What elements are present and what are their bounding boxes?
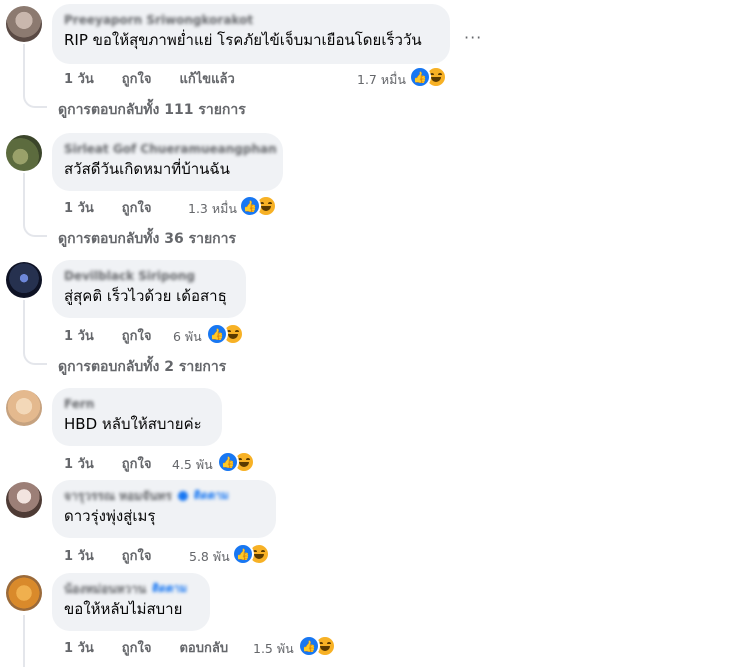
timestamp[interactable]: 1 วัน	[64, 637, 94, 658]
reaction-icons[interactable]: 👍	[232, 543, 270, 565]
comment-bubble: น้องหม่อนหวาน ติดตาม ขอให้หลับไม่สบาย	[52, 573, 210, 631]
timestamp[interactable]: 1 วัน	[64, 453, 94, 474]
reaction-count[interactable]: 5.8 พัน	[189, 547, 230, 567]
like-icon: 👍	[409, 66, 431, 88]
commenter-name[interactable]: Sirleat Gof Chueramueangphan	[64, 141, 277, 157]
view-replies-link[interactable]: ดูการตอบกลับทั้ง 111 รายการ	[58, 99, 246, 121]
reaction-icons[interactable]: 👍	[217, 451, 255, 473]
thread-line	[23, 300, 25, 349]
reply-button[interactable]: ตอบกลับ	[179, 637, 228, 658]
comment-text: สวัสดีวันเกิดหมาที่บ้านฉัน	[64, 160, 230, 178]
comment-actions: 1 วัน ถูกใจ แก้ไขแล้ว	[64, 68, 263, 89]
commenter-name[interactable]: น้องหม่อนหวาน ติดตาม	[64, 581, 198, 597]
reaction-icons[interactable]: 👍	[409, 66, 447, 88]
like-icon: 👍	[206, 323, 228, 345]
like-icon: 👍	[298, 635, 320, 657]
like-icon: 👍	[239, 195, 261, 217]
comment-actions: 1 วัน ถูกใจ	[64, 325, 179, 346]
thread-line	[23, 173, 25, 221]
comment-text: ดาวรุ่งพุ่งสู่เมรุ	[64, 507, 156, 525]
like-button[interactable]: ถูกใจ	[122, 637, 152, 658]
reaction-count[interactable]: 4.5 พัน	[172, 455, 213, 475]
timestamp[interactable]: 1 วัน	[64, 325, 94, 346]
comment-actions: 1 วัน ถูกใจ	[64, 545, 179, 566]
edited-label: แก้ไขแล้ว	[179, 72, 235, 87]
reaction-icons[interactable]: 👍	[239, 195, 277, 217]
comment-actions: 1 วัน ถูกใจ ตอบกลับ	[64, 637, 250, 658]
thread-connector	[23, 349, 47, 365]
avatar[interactable]	[6, 135, 42, 171]
reaction-count[interactable]: 1.7 หมื่น	[357, 70, 406, 90]
like-icon: 👍	[232, 543, 254, 565]
comment-bubble: Sirleat Gof Chueramueangphan สวัสดีวันเก…	[52, 133, 283, 191]
commenter-name[interactable]: Devilblack Siripong	[64, 268, 234, 284]
thread-connector	[23, 92, 47, 108]
comment-actions: 1 วัน ถูกใจ	[64, 453, 179, 474]
more-options-icon[interactable]: ···	[464, 28, 482, 47]
timestamp[interactable]: 1 วัน	[64, 197, 94, 218]
reaction-count[interactable]: 1.3 หมื่น	[188, 199, 237, 219]
thread-line	[23, 44, 25, 92]
commenter-name[interactable]: Preeyaporn Sriwongkorakot	[64, 12, 438, 28]
thread-connector	[23, 221, 47, 237]
reaction-icons[interactable]: 👍	[298, 635, 336, 657]
avatar[interactable]	[6, 482, 42, 518]
follow-link[interactable]: ติดตาม	[194, 488, 229, 504]
timestamp[interactable]: 1 วัน	[64, 545, 94, 566]
avatar[interactable]	[6, 262, 42, 298]
comment-text: HBD หลับให้สบายค่ะ	[64, 415, 202, 433]
view-replies-link[interactable]: ดูการตอบกลับทั้ง 36 รายการ	[58, 228, 236, 250]
comment-bubble: จารุวรรณ หอมจันทร ติดตาม ดาวรุ่งพุ่งสู่เ…	[52, 480, 276, 538]
reaction-count[interactable]: 6 พัน	[173, 327, 202, 347]
avatar[interactable]	[6, 575, 42, 611]
timestamp[interactable]: 1 วัน	[64, 68, 94, 89]
reaction-count[interactable]: 1.5 พัน	[253, 639, 294, 659]
view-replies-link[interactable]: ดูการตอบกลับทั้ง 2 รายการ	[58, 356, 226, 378]
commenter-name[interactable]: Fern	[64, 396, 210, 412]
comment-text: สู่สุคติ เร็วไวด้วย เด้อสาธุ	[64, 287, 227, 305]
like-button[interactable]: ถูกใจ	[122, 197, 152, 218]
comment-bubble: Devilblack Siripong สู่สุคติ เร็วไวด้วย …	[52, 260, 246, 318]
like-button[interactable]: ถูกใจ	[122, 325, 152, 346]
like-icon: 👍	[217, 451, 239, 473]
avatar[interactable]	[6, 6, 42, 42]
commenter-name[interactable]: จารุวรรณ หอมจันทร ติดตาม	[64, 488, 264, 504]
verified-badge-icon	[177, 491, 188, 501]
comment-bubble: Fern HBD หลับให้สบายค่ะ	[52, 388, 222, 446]
follow-link[interactable]: ติดตาม	[152, 581, 187, 597]
comment-text: RIP ขอให้สุขภาพย่ำแย่ โรคภัยไข้เจ็บมาเยื…	[64, 31, 422, 49]
comment-text: ขอให้หลับไม่สบาย	[64, 600, 183, 618]
thread-line	[23, 615, 25, 667]
avatar[interactable]	[6, 390, 42, 426]
like-button[interactable]: ถูกใจ	[122, 453, 152, 474]
like-button[interactable]: ถูกใจ	[122, 545, 152, 566]
comment-actions: 1 วัน ถูกใจ	[64, 197, 179, 218]
like-button[interactable]: ถูกใจ	[122, 68, 152, 89]
reaction-icons[interactable]: 👍	[206, 323, 244, 345]
comment-bubble: Preeyaporn Sriwongkorakot RIP ขอให้สุขภา…	[52, 4, 450, 64]
